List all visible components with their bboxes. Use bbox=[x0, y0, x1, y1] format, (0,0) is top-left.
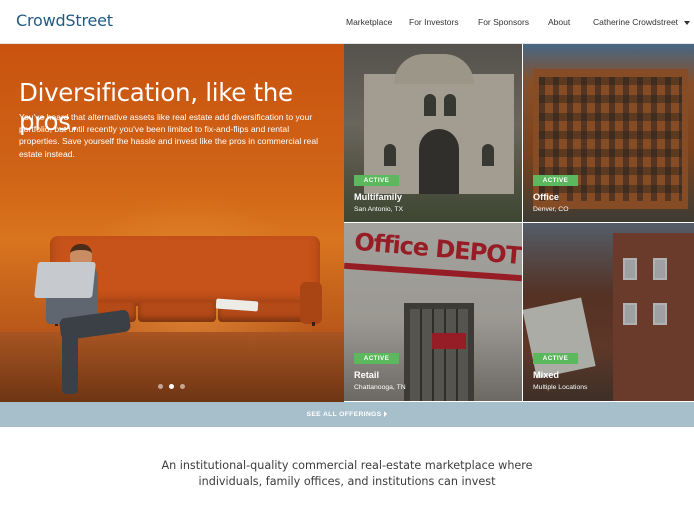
crowdstreet-logo[interactable]: CrowdStreet bbox=[16, 11, 113, 30]
status-badge: ACTIVE bbox=[533, 175, 578, 186]
offering-location: Denver, CO bbox=[533, 206, 569, 213]
user-menu[interactable]: Catherine Crowdstreet bbox=[593, 17, 691, 27]
laptop-image bbox=[34, 262, 96, 298]
offering-location: Multiple Locations bbox=[533, 384, 588, 391]
couch-cushion bbox=[138, 302, 216, 322]
offering-card-retail[interactable]: Office DEPOT ACTIVE Retail Chattanooga, … bbox=[344, 223, 522, 401]
offering-type: Office bbox=[533, 192, 560, 202]
nav-marketplace[interactable]: Marketplace bbox=[346, 17, 392, 27]
status-badge: ACTIVE bbox=[354, 353, 399, 364]
person-leg bbox=[62, 334, 78, 394]
offering-type: Multifamily bbox=[354, 192, 402, 202]
hero-body: You've heard that alternative assets lik… bbox=[19, 112, 319, 159]
carousel-dot-3[interactable] bbox=[180, 384, 185, 389]
offering-location: San Antonio, TX bbox=[354, 206, 403, 213]
carousel-dot-2[interactable] bbox=[169, 384, 174, 389]
see-all-label: SEE ALL OFFERINGS bbox=[306, 411, 382, 418]
carousel-dot-1[interactable] bbox=[158, 384, 163, 389]
tagline: An institutional-quality commercial real… bbox=[161, 459, 533, 488]
offering-card-multifamily[interactable]: ACTIVE Multifamily San Antonio, TX bbox=[344, 44, 522, 222]
couch-arm bbox=[300, 282, 322, 324]
arrow-right-icon bbox=[384, 411, 388, 418]
nav-for-investors[interactable]: For Investors bbox=[409, 17, 459, 27]
offering-type: Retail bbox=[354, 370, 380, 380]
hero-floor bbox=[0, 332, 344, 402]
see-all-offerings-link[interactable]: SEE ALL OFFERINGS bbox=[307, 411, 388, 418]
user-name: Catherine Crowdstreet bbox=[593, 17, 679, 27]
status-badge: ACTIVE bbox=[354, 175, 399, 186]
carousel-dots bbox=[158, 384, 185, 389]
site-header: CrowdStreet Marketplace For Investors Fo… bbox=[0, 0, 694, 44]
offering-card-mixed[interactable]: ACTIVE Mixed Multiple Locations bbox=[523, 223, 694, 401]
caret-down-icon bbox=[684, 20, 691, 25]
hero-banner: Diversification, like the pros. You've h… bbox=[0, 44, 344, 402]
offering-card-office[interactable]: ACTIVE Office Denver, CO bbox=[523, 44, 694, 222]
offering-type: Mixed bbox=[533, 370, 560, 380]
status-badge: ACTIVE bbox=[533, 353, 578, 364]
nav-for-sponsors[interactable]: For Sponsors bbox=[478, 17, 529, 27]
nav-about[interactable]: About bbox=[548, 17, 570, 27]
see-all-offerings-bar[interactable]: SEE ALL OFFERINGS bbox=[0, 402, 694, 427]
offering-location: Chattanooga, TN bbox=[354, 384, 406, 391]
